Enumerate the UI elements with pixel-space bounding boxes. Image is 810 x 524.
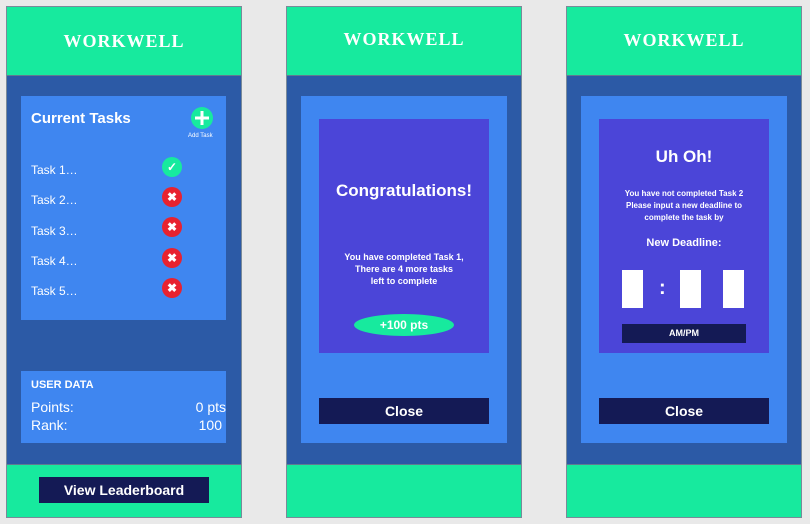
brand-title: WORKWELL [343, 29, 465, 49]
points-label: Points: [31, 399, 74, 415]
task-item-4[interactable]: Task 4… [31, 254, 78, 268]
screen-current-tasks: WORKWELL Current Tasks Add Task Task 1… … [6, 6, 242, 518]
screen-missed-deadline: WORKWELL Uh Oh! You have not completed T… [566, 6, 802, 518]
x-circle-icon: ✖ [162, 278, 182, 298]
hour-input[interactable] [622, 270, 643, 308]
dialog-message-line-3: left to complete [370, 276, 438, 286]
add-task-button[interactable] [191, 107, 213, 129]
deadline-dialog: Uh Oh! You have not completed Task 2 Ple… [599, 119, 769, 353]
view-leaderboard-button[interactable]: View Leaderboard [39, 477, 209, 503]
ampm-selector[interactable]: AM/PM [622, 324, 746, 343]
deadline-label: New Deadline: [646, 237, 722, 249]
minute-ones-input[interactable] [723, 270, 744, 308]
task-item-2[interactable]: Task 2… [31, 193, 78, 207]
app-header: WORKWELL [287, 7, 521, 76]
tasks-title: Current Tasks [31, 110, 131, 127]
modal-card: Congratulations! You have completed Task… [301, 96, 507, 443]
user-data-card: USER DATA Points: 0 pts Rank: 100 [21, 371, 226, 443]
points-value: 0 pts [195, 399, 226, 415]
success-dialog: Congratulations! You have completed Task… [319, 119, 489, 353]
dialog-message-line-1: You have not completed Task 2 [624, 189, 744, 198]
dialog-title: Congratulations! [336, 181, 472, 200]
minute-tens-input[interactable] [680, 270, 701, 308]
plus-circle-icon [195, 111, 209, 125]
dialog-title: Uh Oh! [655, 147, 713, 166]
close-button[interactable]: Close [319, 398, 489, 424]
x-circle-icon: ✖ [162, 248, 182, 268]
dialog-message-line-2: Please input a new deadline to [625, 201, 743, 210]
dialog-message-line-2: There are 4 more tasks [354, 264, 454, 274]
task-item-5[interactable]: Task 5… [31, 284, 78, 298]
brand-title: WORKWELL [63, 31, 185, 51]
points-badge: +100 pts [354, 314, 454, 336]
rank-value: 100 [198, 417, 222, 433]
check-circle-icon: ✓ [162, 157, 182, 177]
app-header: WORKWELL [567, 7, 801, 76]
x-circle-icon: ✖ [162, 217, 182, 237]
rank-label: Rank: [31, 417, 68, 433]
task-item-3[interactable]: Task 3… [31, 224, 78, 238]
time-separator: : [659, 277, 666, 299]
screen-congratulations: WORKWELL Congratulations! You have compl… [286, 6, 522, 518]
app-footer: View Leaderboard [7, 464, 241, 517]
tasks-card: Current Tasks Add Task Task 1… ✓ Task 2…… [21, 96, 226, 320]
task-item-1[interactable]: Task 1… [31, 163, 78, 177]
user-data-title: USER DATA [31, 379, 94, 391]
close-button[interactable]: Close [599, 398, 769, 424]
app-footer [287, 464, 521, 517]
x-circle-icon: ✖ [162, 187, 182, 207]
dialog-message-line-3: complete the task by [644, 213, 724, 222]
add-task-label: Add Task [188, 133, 213, 139]
app-footer [567, 464, 801, 517]
app-header: WORKWELL [7, 7, 241, 76]
brand-title: WORKWELL [623, 30, 745, 50]
modal-card: Uh Oh! You have not completed Task 2 Ple… [581, 96, 787, 443]
dialog-message-line-1: You have completed Task 1, [344, 252, 464, 262]
